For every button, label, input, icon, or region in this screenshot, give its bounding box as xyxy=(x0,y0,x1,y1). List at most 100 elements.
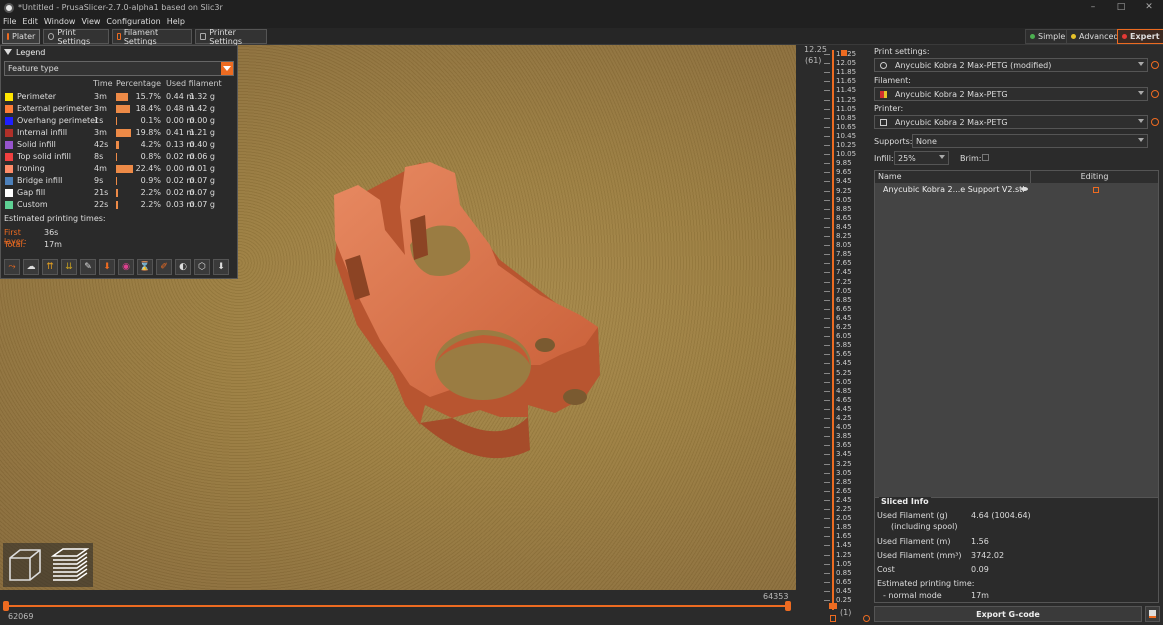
legend-feature-name: Gap fill xyxy=(17,188,46,197)
legend-panel: Legend Feature type Time Percentage Used… xyxy=(0,45,238,279)
dropdown-arrow-icon[interactable] xyxy=(221,62,233,75)
tab-print-settings[interactable]: Print Settings xyxy=(43,28,109,46)
retractions-icon[interactable]: ⇈ xyxy=(42,259,58,275)
travel-icon[interactable]: ⤳ xyxy=(4,259,20,275)
export-gcode-button[interactable]: Export G-code xyxy=(874,606,1142,622)
tab-plater-label: Plater xyxy=(12,32,36,41)
legend-header[interactable]: Legend xyxy=(1,46,237,58)
hslider-right-handle[interactable] xyxy=(785,601,791,611)
printer-combo[interactable]: Anycubic Kobra 2 Max-PETG xyxy=(874,115,1148,129)
legend-row[interactable]: Overhang perimeter 1s 0.1% 0.00 m 0.00 g xyxy=(1,115,237,127)
legend-row[interactable]: Ironing 4m 22.4% 0.00 m 0.01 g xyxy=(1,163,237,175)
legend-feature-name: Solid infill xyxy=(17,140,56,149)
vslider-tick xyxy=(824,172,830,174)
hslider-track[interactable] xyxy=(6,605,789,607)
vslider-tick xyxy=(824,481,830,483)
export-to-sd-icon[interactable] xyxy=(1145,606,1160,622)
printer-edit-icon[interactable] xyxy=(1151,118,1159,126)
menu-view[interactable]: View xyxy=(81,17,100,26)
vslider-top-handle[interactable] xyxy=(841,50,847,56)
horizontal-slider[interactable]: 62069 64353 xyxy=(0,590,796,625)
hslider-left-handle[interactable] xyxy=(3,601,9,611)
object-row[interactable]: Anycubic Kobra 2...e Support V2.stl xyxy=(883,185,1025,194)
tool-marker-icon[interactable]: ⬇ xyxy=(213,259,229,275)
legend-row[interactable]: Bridge infill 9s 0.9% 0.02 m 0.07 g xyxy=(1,175,237,187)
3d-view-icon[interactable] xyxy=(5,545,45,585)
menu-help[interactable]: Help xyxy=(167,17,185,26)
vslider-bottom-handle[interactable] xyxy=(829,603,837,609)
tab-printer-settings[interactable]: Printer Settings xyxy=(195,28,267,46)
menu-window[interactable]: Window xyxy=(44,17,76,26)
legend-swatch xyxy=(5,165,13,173)
legend-row[interactable]: Custom 22s 2.2% 0.03 m 0.07 g xyxy=(1,199,237,211)
legend-row[interactable]: Top solid infill 8s 0.8% 0.02 m 0.06 g xyxy=(1,151,237,163)
legend-row[interactable]: Solid infill 42s 4.2% 0.13 m 0.40 g xyxy=(1,139,237,151)
legend-row[interactable]: Gap fill 21s 2.2% 0.02 m 0.07 g xyxy=(1,187,237,199)
chevron-down-icon xyxy=(1138,119,1144,123)
vslider-track[interactable] xyxy=(832,50,834,610)
mode-expert-button[interactable]: Expert xyxy=(1117,29,1163,44)
legend-row[interactable]: Internal infill 3m 19.8% 0.41 m 1.21 g xyxy=(1,127,237,139)
editing-icon[interactable] xyxy=(1093,187,1099,193)
print-settings-edit-icon[interactable] xyxy=(1151,61,1159,69)
vslider-tick-label: 10.45 xyxy=(836,131,857,140)
tool-changes-icon[interactable]: ⬇ xyxy=(99,259,115,275)
deretractions-icon[interactable]: ⇊ xyxy=(61,259,77,275)
legend-swatch xyxy=(5,141,13,149)
hslider-left-value: 62069 xyxy=(8,612,34,621)
vslider-tick-label: 4.45 xyxy=(836,404,852,413)
menu-file[interactable]: File xyxy=(3,17,16,26)
mode-simple-button[interactable]: Simple xyxy=(1025,29,1071,44)
vslider-tick-label: 2.25 xyxy=(836,505,852,513)
legend-swatch xyxy=(5,117,13,125)
vslider-tick xyxy=(824,354,830,356)
first-layer-value: 36s xyxy=(44,228,59,237)
vslider-tick xyxy=(824,509,830,510)
collapse-triangle-icon[interactable] xyxy=(4,49,12,55)
center-of-gravity-icon[interactable]: ◐ xyxy=(175,259,191,275)
chevron-down-icon xyxy=(1138,138,1144,142)
legend-time: 3m xyxy=(94,92,107,101)
col-editing[interactable]: Editing xyxy=(1031,171,1158,183)
vslider-tick-label: 2.85 xyxy=(836,477,852,486)
lock-icon[interactable] xyxy=(830,615,836,622)
wipe-icon[interactable]: ☁ xyxy=(23,259,39,275)
vslider-tick xyxy=(824,117,830,119)
menu-configuration[interactable]: Configuration xyxy=(106,17,160,26)
tab-filament-settings[interactable]: Filament Settings xyxy=(112,28,192,46)
sliced-info-box: Sliced Info Used Filament (g) 4.64 (1004… xyxy=(874,497,1159,603)
preview-layers-icon[interactable] xyxy=(49,545,89,585)
pause-prints-icon[interactable]: ⌛ xyxy=(137,259,153,275)
color-changes-icon[interactable]: ◉ xyxy=(118,259,134,275)
legend-row[interactable]: Perimeter 3m 15.7% 0.44 m 1.32 g xyxy=(1,91,237,103)
custom-gcode-icon[interactable]: ✐ xyxy=(156,259,172,275)
filament-combo[interactable]: Anycubic Kobra 2 Max-PETG xyxy=(874,87,1148,101)
print-settings-combo[interactable]: Anycubic Kobra 2 Max-PETG (modified) xyxy=(874,58,1148,72)
shells-icon[interactable]: ⬡ xyxy=(194,259,210,275)
vslider-tick-label: 9.85 xyxy=(836,159,852,168)
supports-combo[interactable]: None xyxy=(912,134,1148,148)
vertical-layer-slider[interactable]: 12.25 (61) 12.2512.0511.8511.6511.4511.2… xyxy=(796,45,872,625)
cog-icon[interactable] xyxy=(863,615,870,622)
legend-column-headers: Time Percentage Used filament xyxy=(1,79,237,90)
col-name[interactable]: Name xyxy=(875,171,1031,183)
minimize-button[interactable]: – xyxy=(1079,0,1107,15)
expert-dot-icon xyxy=(1122,34,1127,39)
infill-combo[interactable]: 25% xyxy=(894,151,949,165)
filament-edit-icon[interactable] xyxy=(1151,90,1159,98)
brim-checkbox[interactable] xyxy=(982,154,989,161)
seams-icon[interactable]: ✎ xyxy=(80,259,96,275)
tab-plater[interactable]: Plater xyxy=(2,29,40,44)
simple-dot-icon xyxy=(1030,34,1035,39)
eye-icon[interactable] xyxy=(1021,187,1028,191)
maximize-button[interactable]: □ xyxy=(1107,0,1135,15)
mode-advanced-button[interactable]: Advanced xyxy=(1066,29,1124,44)
view-type-combo[interactable]: Feature type xyxy=(4,61,234,76)
close-button[interactable]: ✕ xyxy=(1135,0,1163,15)
menu-edit[interactable]: Edit xyxy=(22,17,38,26)
legend-row[interactable]: External perimeter 3m 18.4% 0.48 m 1.42 g xyxy=(1,103,237,115)
vslider-tick xyxy=(824,518,830,520)
vslider-tick xyxy=(824,363,830,365)
vslider-tick xyxy=(824,327,830,328)
vslider-tick-label: 10.85 xyxy=(836,113,857,122)
